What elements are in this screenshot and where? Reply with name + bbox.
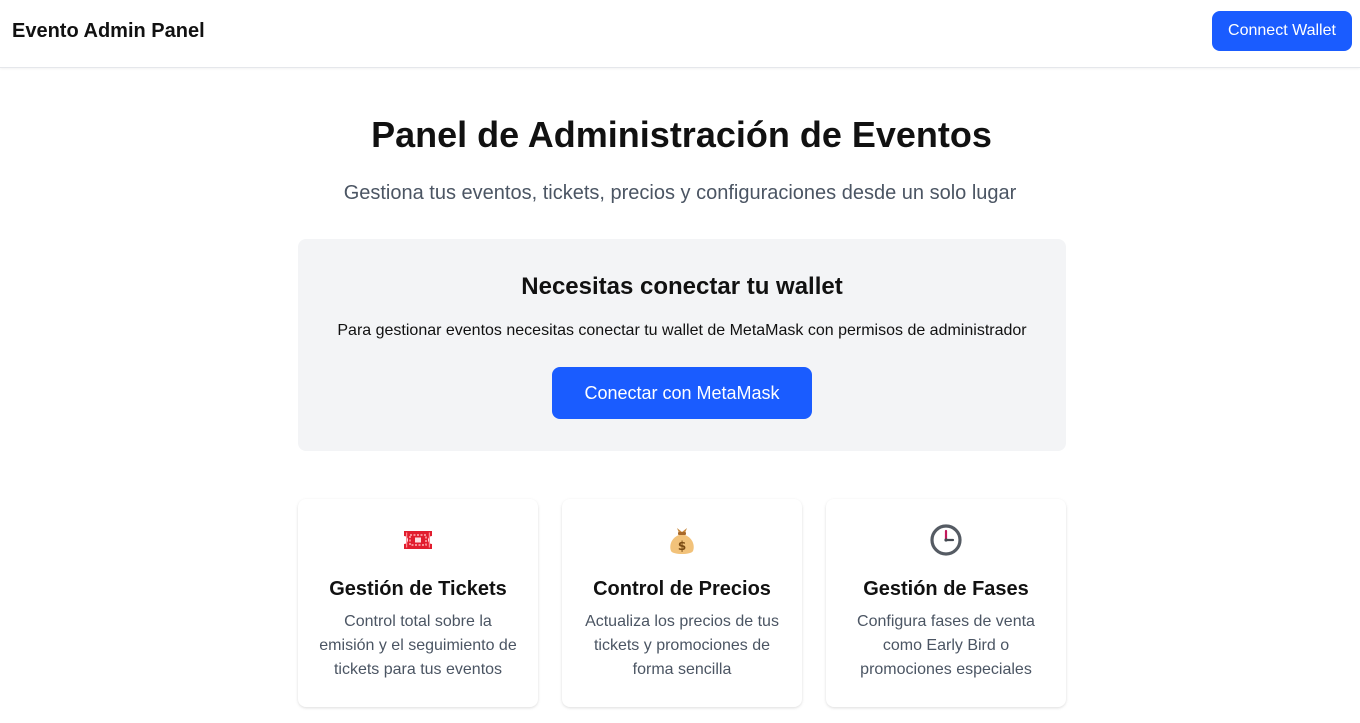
top-navbar: Evento Admin Panel Connect Wallet: [0, 0, 1360, 68]
feature-title: Gestión de Fases: [863, 578, 1029, 600]
feature-description: Configura fases de venta como Early Bird…: [857, 613, 1035, 678]
connect-wallet-button[interactable]: Connect Wallet: [1212, 11, 1352, 51]
wallet-panel-title: Necesitas conectar tu wallet: [521, 273, 843, 300]
feature-description: Control total sobre la emisión y el segu…: [319, 613, 517, 678]
feature-title: Gestión de Tickets: [329, 578, 507, 600]
ticket-icon: [298, 523, 538, 557]
page-subtitle: Gestiona tus eventos, tickets, precios y…: [343, 182, 1017, 204]
wallet-panel-description: Para gestionar eventos necesitas conecta…: [337, 322, 1027, 339]
clock-icon: [826, 523, 1066, 557]
feature-description: Actualiza los precios de tus tickets y p…: [585, 613, 779, 678]
svg-text:$: $: [678, 539, 686, 553]
app-title: Evento Admin Panel: [12, 20, 205, 42]
wallet-connect-panel: Necesitas conectar tu wallet Para gestio…: [298, 239, 1066, 451]
money-bag-icon: $: [562, 523, 802, 557]
feature-card-prices: $ Control de Precios Actualiza los preci…: [562, 499, 802, 707]
feature-card-phases: Gestión de Fases Configura fases de vent…: [826, 499, 1066, 707]
feature-card-tickets: Gestión de Tickets Control total sobre l…: [298, 499, 538, 707]
connect-metamask-button[interactable]: Conectar con MetaMask: [552, 367, 812, 419]
page-title: Panel de Administración de Eventos: [371, 114, 992, 155]
feature-title: Control de Precios: [593, 578, 771, 600]
